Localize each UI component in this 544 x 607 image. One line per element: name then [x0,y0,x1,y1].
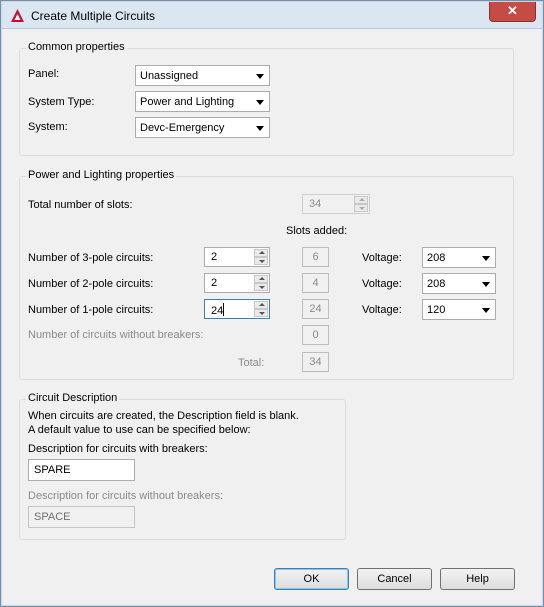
panel-select[interactable]: Unassigned [135,65,270,86]
chevron-down-icon [256,126,264,131]
panel-select-value: Unassigned [140,70,199,82]
help-button[interactable]: Help [440,568,515,590]
group-title-description: Circuit Description [26,392,120,404]
chevron-down-icon [482,256,490,261]
no-breakers-value: 0 [302,325,329,345]
three-pole-voltage-value: 208 [427,252,446,264]
cancel-button[interactable]: Cancel [357,568,432,590]
system-select-value: Devc-Emergency [140,122,225,134]
one-pole-value: 24 [211,305,224,317]
title-bar[interactable]: Create Multiple Circuits ✕ [2,2,542,29]
with-breakers-field[interactable]: SPARE [28,459,135,481]
without-breakers-field: SPACE [28,506,135,528]
with-breakers-label: Description for circuits with breakers: [28,443,208,455]
system-select[interactable]: Devc-Emergency [135,117,270,138]
one-pole-voltage-select[interactable]: 120 [422,299,496,320]
two-pole-voltage-label: Voltage: [362,278,402,290]
three-pole-stepper[interactable]: 2 [204,247,270,267]
system-type-select[interactable]: Power and Lighting [135,91,270,112]
three-pole-voltage-label: Voltage: [362,252,402,264]
description-info-line1: When circuits are created, the Descripti… [28,410,299,422]
two-pole-voltage-value: 208 [427,278,446,290]
with-breakers-value: SPARE [34,464,71,476]
one-pole-label: Number of 1-pole circuits: [28,304,154,316]
system-type-label: System Type: [28,96,95,108]
group-title-common: Common properties [26,41,127,53]
no-breakers-label: Number of circuits without breakers: [28,329,204,341]
ok-button[interactable]: OK [274,568,349,590]
spin-up-icon [354,196,368,204]
two-pole-label: Number of 2-pole circuits: [28,278,154,290]
three-pole-slots: 6 [302,247,329,267]
group-title-power: Power and Lighting properties [26,169,177,181]
total-label: Total: [238,357,265,369]
description-info-line2: A default value to use can be specified … [28,424,251,436]
total-value: 34 [302,352,329,372]
spin-down-icon[interactable] [254,309,268,317]
spin-up-icon[interactable] [254,249,268,257]
system-type-select-value: Power and Lighting [140,96,235,108]
spin-down-icon[interactable] [254,257,268,265]
chevron-down-icon [482,308,490,313]
one-pole-voltage-value: 120 [427,304,446,316]
two-pole-voltage-select[interactable]: 208 [422,273,496,294]
two-pole-stepper[interactable]: 2 [204,273,270,293]
one-pole-value-wrap: 24 [211,303,225,317]
total-slots-value: 34 [309,198,322,210]
one-pole-slots: 24 [302,299,329,319]
slots-added-header: Slots added: [286,225,348,237]
three-pole-value: 2 [211,251,218,263]
spin-up-icon[interactable] [254,275,268,283]
one-pole-voltage-label: Voltage: [362,304,402,316]
dialog-title: Create Multiple Circuits [31,9,156,23]
chevron-down-icon [482,282,490,287]
total-slots-stepper: 34 [302,194,370,214]
total-slots-label: Total number of slots: [28,199,133,211]
spin-down-icon[interactable] [254,283,268,291]
two-pole-slots: 4 [302,273,329,293]
three-pole-voltage-select[interactable]: 208 [422,247,496,268]
chevron-down-icon [256,74,264,79]
panel-label: Panel: [28,68,60,80]
spin-up-icon[interactable] [254,301,268,309]
dialog-window: Create Multiple Circuits ✕ Common proper… [0,0,544,607]
three-pole-label: Number of 3-pole circuits: [28,252,154,264]
close-button[interactable]: ✕ [489,2,536,22]
without-breakers-label: Description for circuits without breaker… [28,490,224,502]
chevron-down-icon [256,100,264,105]
close-icon: ✕ [507,3,518,18]
spin-down-icon [354,204,368,212]
without-breakers-value: SPACE [34,511,71,523]
one-pole-stepper[interactable]: 24 [204,299,270,319]
text-caret [223,303,225,316]
app-a-icon [11,9,24,22]
two-pole-value: 2 [211,277,218,289]
system-label: System: [28,121,68,133]
